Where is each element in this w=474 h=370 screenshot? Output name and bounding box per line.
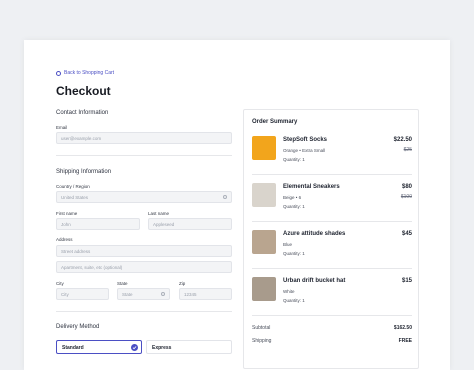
apartment-field[interactable]: Apartment, suite, etc (optional) bbox=[56, 261, 232, 273]
item-name: Elemental Sneakers bbox=[283, 184, 340, 190]
address-label: Address bbox=[56, 237, 73, 242]
product-thumbnail bbox=[252, 136, 276, 160]
item-old-price: $25 bbox=[403, 147, 412, 153]
product-thumbnail bbox=[252, 183, 276, 207]
product-thumbnail bbox=[252, 230, 276, 254]
divider bbox=[252, 268, 412, 269]
email-label: Email bbox=[56, 125, 68, 130]
delivery-option-label: Standard bbox=[62, 345, 84, 351]
state-value: State bbox=[122, 292, 133, 297]
list-item: StepSoft Socks Orange • Extra Small Quan… bbox=[252, 136, 412, 174]
subtotal-value: $162.50 bbox=[393, 325, 412, 331]
list-item: Elemental Sneakers Beige • 6 Quantity: 1… bbox=[252, 183, 412, 221]
list-item: Azure attitude shades Blue Quantity: 1 $… bbox=[252, 230, 412, 268]
shipping-label: Shipping bbox=[252, 338, 272, 344]
last-name-field[interactable]: Appleseed bbox=[148, 218, 232, 230]
zip-field[interactable]: 12345 bbox=[179, 288, 232, 300]
divider bbox=[252, 174, 412, 175]
back-to-cart-link[interactable]: Back to Shopping Cart bbox=[56, 70, 114, 76]
item-quantity: Quantity: 1 bbox=[283, 298, 305, 303]
first-name-label: First name bbox=[56, 211, 78, 216]
item-variant: White bbox=[283, 289, 295, 294]
item-price: $15 bbox=[401, 278, 412, 284]
item-quantity: Quantity: 1 bbox=[283, 251, 305, 256]
city-label: City bbox=[56, 281, 64, 286]
check-badge-icon bbox=[131, 344, 138, 351]
item-price: $22.50 bbox=[393, 137, 412, 143]
item-quantity: Quantity: 1 bbox=[283, 157, 305, 162]
item-name: StepSoft Socks bbox=[283, 137, 328, 143]
state-label: State bbox=[117, 281, 128, 286]
delivery-option-label: Express bbox=[152, 345, 172, 351]
subtotal-label: Subtotal bbox=[252, 325, 271, 331]
shipping-row: Shipping FREE bbox=[252, 338, 412, 344]
item-name: Urban drift bucket hat bbox=[283, 278, 346, 284]
divider bbox=[252, 221, 412, 222]
first-name-field[interactable]: John bbox=[56, 218, 140, 230]
email-field[interactable]: user@example.com bbox=[56, 132, 232, 144]
order-summary-panel: Order Summary StepSoft Socks Orange • Ex… bbox=[243, 109, 419, 369]
item-old-price: $100 bbox=[400, 194, 412, 200]
country-value: United States bbox=[61, 195, 89, 200]
item-price: $45 bbox=[401, 231, 412, 237]
divider bbox=[56, 311, 232, 312]
item-name: Azure attitude shades bbox=[283, 231, 346, 237]
arrow-left-icon bbox=[56, 70, 61, 76]
last-name-label: Last name bbox=[148, 211, 170, 216]
divider bbox=[56, 155, 232, 156]
delivery-heading: Delivery Method bbox=[56, 324, 100, 330]
country-select[interactable]: United States bbox=[56, 191, 232, 203]
subtotal-row: Subtotal $162.50 bbox=[252, 325, 412, 331]
page-title: Checkout bbox=[56, 84, 111, 98]
state-select[interactable]: State bbox=[117, 288, 170, 300]
order-summary-title: Order Summary bbox=[252, 119, 298, 125]
item-variant: Blue bbox=[283, 242, 293, 247]
shipping-heading: Shipping Information bbox=[56, 169, 112, 175]
list-item: Urban drift bucket hat White Quantity: 1… bbox=[252, 277, 412, 315]
chevron-down-icon bbox=[161, 292, 165, 296]
item-quantity: Quantity: 1 bbox=[283, 204, 305, 209]
item-price: $80 bbox=[401, 184, 412, 190]
country-label: Country / Region bbox=[56, 184, 90, 189]
contact-heading: Contact Information bbox=[56, 110, 109, 116]
item-variant: Beige • 6 bbox=[283, 195, 302, 200]
shipping-value: FREE bbox=[398, 338, 412, 344]
back-link-label: Back to Shopping Cart bbox=[64, 70, 115, 76]
zip-label: Zip bbox=[179, 281, 186, 286]
city-field[interactable]: City bbox=[56, 288, 109, 300]
divider bbox=[252, 315, 412, 316]
street-address-field[interactable]: Street address bbox=[56, 245, 232, 257]
item-variant: Orange • Extra Small bbox=[283, 148, 326, 153]
chevron-down-icon bbox=[223, 195, 227, 199]
product-thumbnail bbox=[252, 277, 276, 301]
